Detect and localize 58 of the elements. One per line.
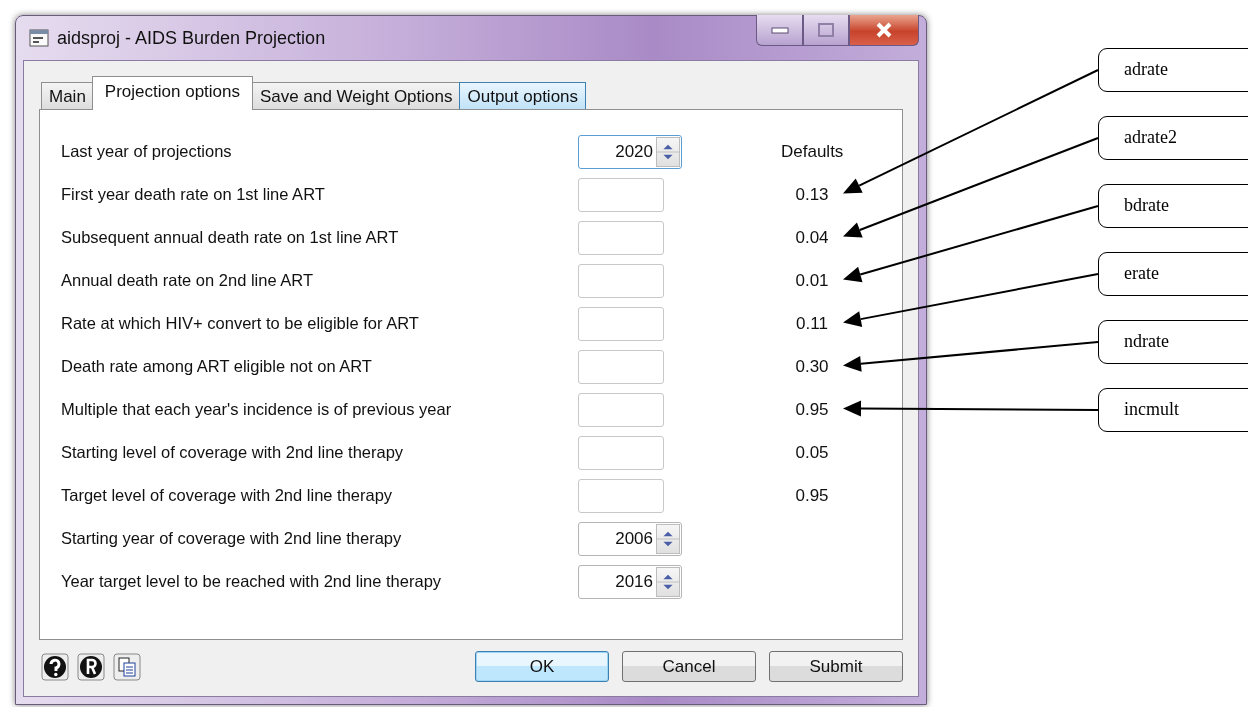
default-value: 0.30 xyxy=(794,356,830,377)
field-label: Target level of coverage with 2nd line therapy xyxy=(61,486,394,505)
default-value: 0.95 xyxy=(794,399,830,420)
tab[interactable]: Main xyxy=(41,82,94,110)
input-field[interactable] xyxy=(578,306,664,341)
maximize-icon xyxy=(818,23,834,37)
field-label: Rate at which HIV+ convert to be eligible for ART xyxy=(61,314,420,333)
field-label: Annual death rate on 2nd line ART xyxy=(61,271,314,290)
dialog-button[interactable]: Cancel xyxy=(622,651,756,682)
form-icon xyxy=(29,29,49,47)
tab[interactable]: Output options xyxy=(459,82,587,110)
tab[interactable]: Save and Weight Options xyxy=(252,82,461,110)
input-field[interactable] xyxy=(578,177,664,212)
field-label: Multiple that each year's incidence is of previous year xyxy=(61,400,453,419)
spin-arrows-icon[interactable] xyxy=(656,136,680,167)
callout-label: adrate2 xyxy=(1098,116,1248,160)
maximize-button[interactable] xyxy=(803,15,849,46)
field-label: First year death rate on 1st line ART xyxy=(61,185,326,204)
input-field[interactable] xyxy=(578,349,664,384)
help-icon[interactable] xyxy=(41,652,69,681)
callout-label: erate xyxy=(1098,252,1248,296)
input-field[interactable] xyxy=(578,220,664,255)
reset-icon[interactable] xyxy=(77,652,105,681)
input-field[interactable] xyxy=(578,435,664,470)
field-label: Death rate among ART eligible not on ART xyxy=(61,357,373,376)
default-value: 0.95 xyxy=(794,485,830,506)
window-title: aidsproj - AIDS Burden Projection xyxy=(57,27,326,49)
dialog-button[interactable]: Submit xyxy=(769,651,903,682)
default-value: 0.01 xyxy=(794,270,830,291)
default-value: 0.04 xyxy=(794,227,830,248)
close-button[interactable] xyxy=(849,15,919,46)
input-field[interactable] xyxy=(578,263,664,298)
input-field[interactable] xyxy=(578,392,664,427)
close-icon xyxy=(875,22,893,38)
minimize-button[interactable] xyxy=(756,15,803,46)
default-value: 0.13 xyxy=(794,184,830,205)
callout-label: adrate xyxy=(1098,48,1248,92)
callout-label: incmult xyxy=(1098,388,1248,432)
minimize-icon xyxy=(770,26,789,34)
default-value: 0.11 xyxy=(795,313,829,334)
defaults-heading: Defaults xyxy=(781,141,843,162)
default-value: 0.05 xyxy=(794,442,830,463)
dialog-button[interactable]: OK xyxy=(475,651,609,682)
spinner-field[interactable]: 2020 xyxy=(578,134,682,169)
field-label: Starting level of coverage with 2nd line therapy xyxy=(61,443,405,462)
spinner-field[interactable]: 2006 xyxy=(578,521,682,556)
callout-label: ndrate xyxy=(1098,320,1248,364)
spin-arrows-icon[interactable] xyxy=(656,523,680,554)
input-field[interactable] xyxy=(578,478,664,513)
copy-icon[interactable] xyxy=(113,652,141,681)
tab[interactable]: Projection options xyxy=(91,76,253,110)
field-label: Starting year of coverage with 2nd line therapy xyxy=(61,529,403,548)
spin-arrows-icon[interactable] xyxy=(656,566,680,597)
field-label: Subsequent annual death rate on 1st line ART xyxy=(61,228,400,247)
callout-label: bdrate xyxy=(1098,184,1248,228)
spinner-field[interactable]: 2016 xyxy=(578,564,682,599)
field-label: Year target level to be reached with 2nd line therapy xyxy=(61,572,443,591)
field-label: Last year of projections xyxy=(61,142,233,161)
